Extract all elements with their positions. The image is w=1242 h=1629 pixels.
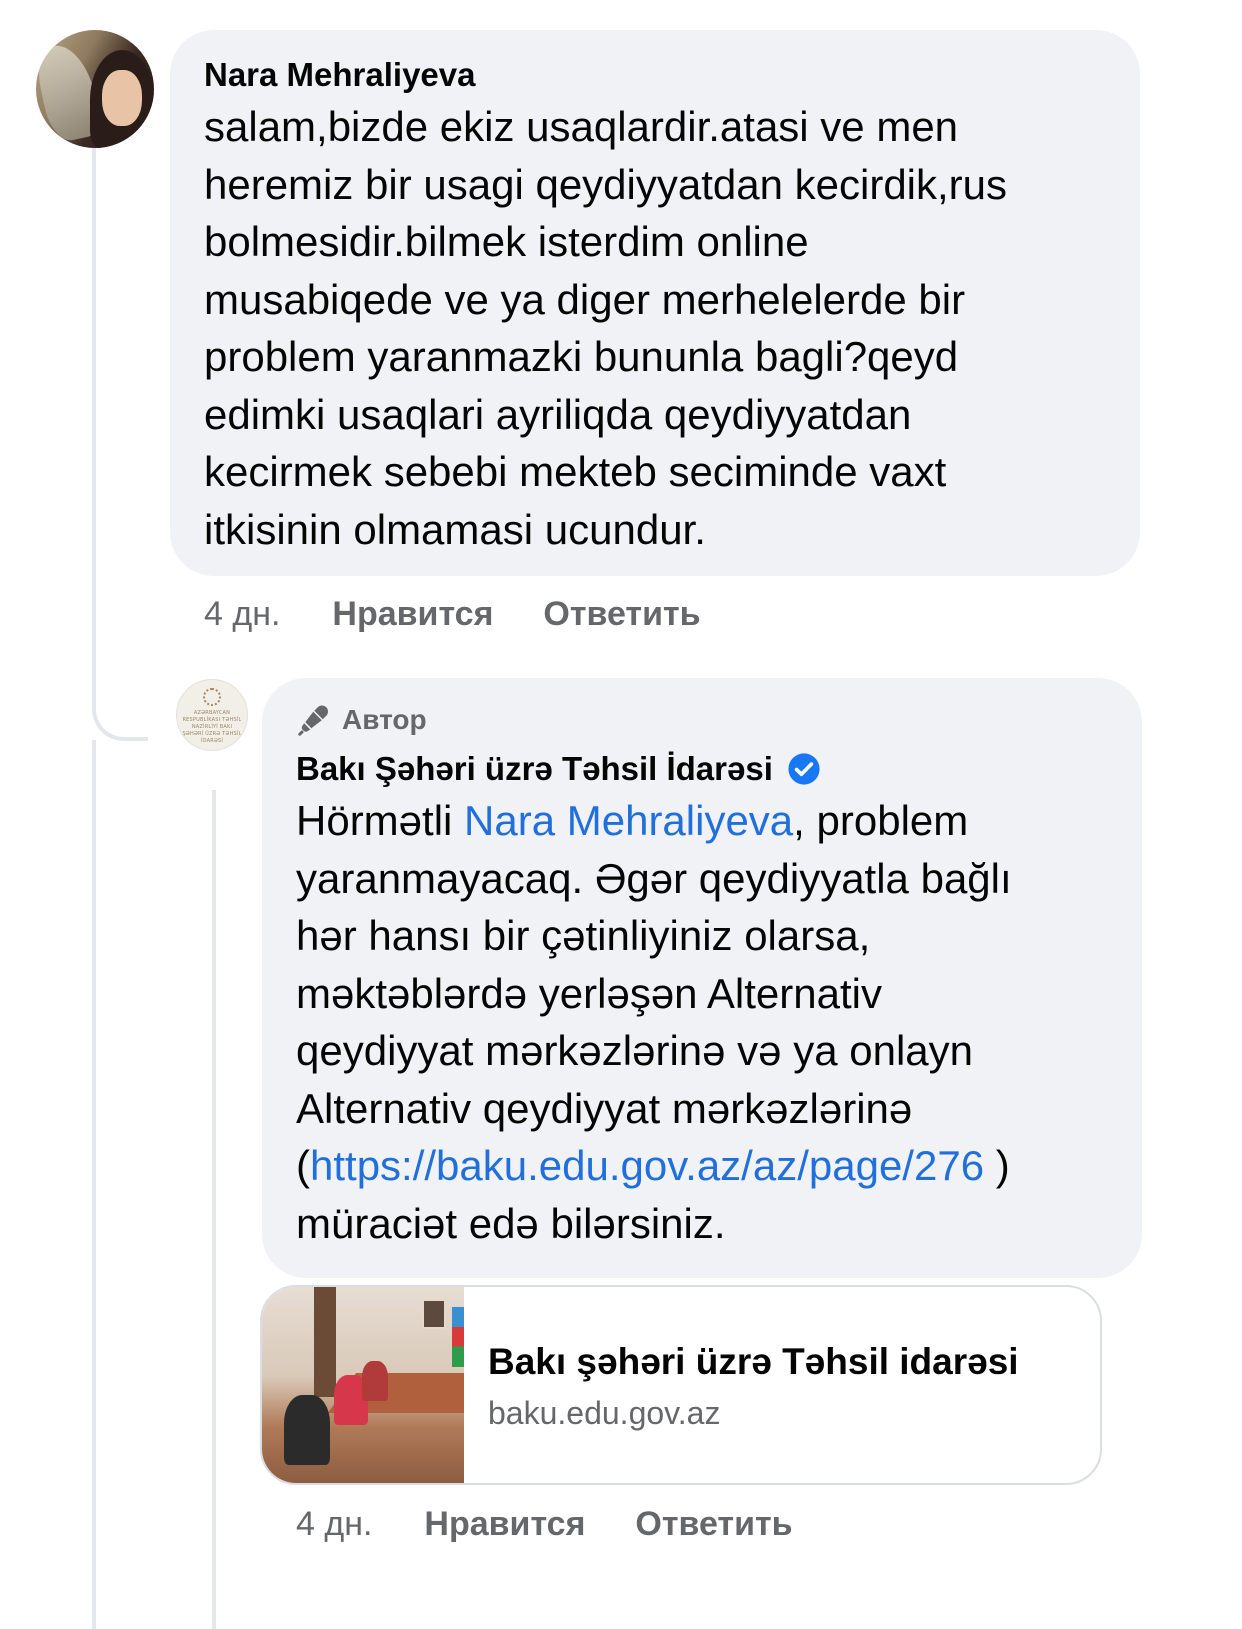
comment-author-name[interactable]: Nara Mehraliyeva: [204, 56, 1106, 94]
comment-timestamp[interactable]: 4 дн.: [204, 595, 280, 634]
link-preview-thumbnail: [262, 1287, 464, 1483]
comment-actions: 4 дн. Нравится Ответить: [204, 590, 751, 638]
like-button[interactable]: Нравится: [424, 1505, 585, 1544]
thumb-flag: [452, 1307, 464, 1367]
thumb-person: [362, 1361, 388, 1401]
reply-text-middle: , problem yaranmayacaq. Əgər qeydiyyatla…: [296, 797, 1012, 1189]
emblem-icon: [203, 688, 221, 706]
comment-thread: Nara Mehraliyeva salam,bizde ekiz usaqla…: [0, 0, 1242, 1629]
reply-text: Hörmətli Nara Mehraliyeva, problem yaran…: [296, 792, 1108, 1252]
url-link[interactable]: https://baku.edu.gov.az/az/page/276: [310, 1142, 984, 1189]
comment-bubble: Nara Mehraliyeva salam,bizde ekiz usaqla…: [170, 30, 1140, 576]
author-badge: Автор: [296, 698, 1108, 742]
reply-author-row: Bakı Şəhəri üzrə Təhsil İdarəsi: [296, 750, 1108, 788]
thread-line: [92, 740, 96, 1629]
mention-link[interactable]: Nara Mehraliyeva: [464, 797, 793, 844]
microphone-icon: [298, 705, 328, 736]
thumb-person: [284, 1395, 330, 1465]
reply-button[interactable]: Ответить: [543, 595, 700, 634]
avatar-face-shape: [102, 70, 142, 126]
reply-actions: 4 дн. Нравится Ответить: [296, 1500, 843, 1548]
thumb-door: [314, 1287, 336, 1397]
author-badge-label: Автор: [342, 704, 427, 735]
verified-check-icon: [788, 753, 820, 785]
avatar-logo-text: AZƏRBAYCAN RESPUBLİKASI TƏHSİL NAZİRLİYİ…: [182, 710, 242, 744]
reply-timestamp[interactable]: 4 дн.: [296, 1505, 372, 1544]
thumb-portrait: [422, 1299, 446, 1329]
link-preview-title: Bakı şəhəri üzrə Təhsil idarəsi: [488, 1341, 1019, 1382]
reply-button[interactable]: Ответить: [635, 1505, 792, 1544]
avatar-baku-education-office[interactable]: AZƏRBAYCAN RESPUBLİKASI TƏHSİL NAZİRLİYİ…: [176, 679, 248, 751]
comment-text: salam,bizde ekiz usaqlardir.atasi ve men…: [204, 103, 1008, 553]
reply-author-name[interactable]: Bakı Şəhəri üzrə Təhsil İdarəsi: [296, 750, 773, 788]
reply-thread-line: [212, 790, 216, 1629]
link-preview-domain: baku.edu.gov.az: [488, 1395, 721, 1431]
like-button[interactable]: Нравится: [332, 595, 493, 634]
avatar-nara-mehraliyeva[interactable]: [36, 30, 154, 148]
thread-connector-line: [92, 148, 148, 741]
reply-bubble: Автор Bakı Şəhəri üzrə Təhsil İdarəsi Hö…: [262, 678, 1142, 1278]
reply-text-prefix: Hörmətli: [296, 797, 465, 844]
link-preview-card[interactable]: Bakı şəhəri üzrə Təhsil idarəsi baku.edu…: [260, 1285, 1102, 1485]
